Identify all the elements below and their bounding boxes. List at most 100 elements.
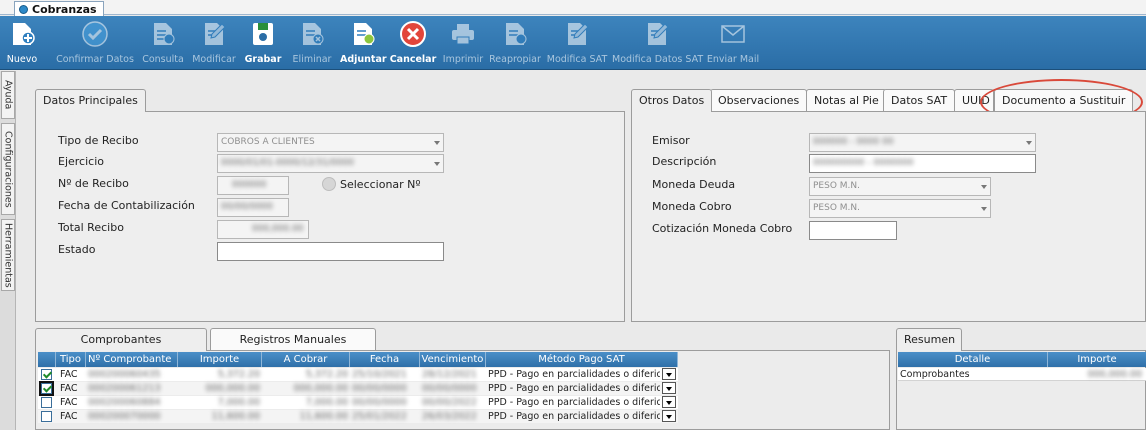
row-importe: 7,000.00 — [217, 397, 260, 408]
table-row[interactable]: FAC 000200061213 000,000.00 000,000.00 0… — [38, 381, 678, 396]
fecha-field[interactable]: 00/00/0000 — [217, 198, 289, 217]
tipo-recibo-select[interactable]: COBROS A CLIENTES — [217, 133, 444, 152]
col-fecha[interactable]: Fecha — [350, 352, 420, 367]
confirm-data-button[interactable]: Confirmar Datos — [52, 16, 138, 70]
moneda-deuda-select[interactable]: PESO M.N. — [809, 177, 991, 196]
doc-reassign-icon — [506, 23, 527, 45]
row-numero: 000200070000 — [88, 411, 161, 422]
row-checkbox[interactable] — [41, 369, 52, 380]
side-tab-tools[interactable]: Herramientas — [1, 219, 15, 291]
metodo-dropdown-button[interactable] — [662, 368, 676, 380]
tab-comprobantes[interactable]: Comprobantes — [35, 328, 207, 351]
col-numero[interactable]: Nº Comprobante — [86, 352, 178, 367]
reassign-button[interactable]: Reapropiar — [488, 16, 542, 70]
tab-documento-a-sustituir[interactable]: Documento a Sustituir — [994, 89, 1134, 111]
col-detalle[interactable]: Detalle — [898, 352, 1048, 367]
col-resumen-importe[interactable]: Importe — [1048, 352, 1146, 367]
delete-button[interactable]: Eliminar — [288, 16, 336, 70]
table-row[interactable]: FAC 000200070000 11,600.00 11,600.00 25/… — [38, 410, 678, 423]
tab-uuid[interactable]: UUID — [954, 89, 994, 111]
cancel-button[interactable]: Cancelar — [388, 16, 438, 70]
metodo-dropdown-button[interactable] — [662, 382, 676, 394]
modify-sat-button[interactable]: Modifica SAT — [544, 16, 610, 70]
delete-button-label: Eliminar — [292, 54, 332, 65]
table-row[interactable]: FAC 000200060435 5,372.20 5,372.20 25/10… — [38, 368, 678, 381]
tab-datos-sat[interactable]: Datos SAT — [883, 89, 956, 111]
cancel-button-label: Cancelar — [389, 54, 437, 65]
row-tipo: FAC — [60, 411, 78, 422]
modify-button[interactable]: Modificar — [188, 16, 240, 70]
side-tab-settings-label: Configuraciones — [2, 130, 14, 208]
modify-sat-data-button[interactable]: Modifica Datos SAT — [612, 16, 703, 70]
moneda-cobro-select[interactable]: PESO M.N. — [809, 199, 991, 218]
tab-resumen[interactable]: Resumen — [896, 328, 962, 351]
num-recibo-field[interactable]: 000000 — [217, 176, 289, 195]
print-button[interactable]: Imprimir — [440, 16, 486, 70]
col-tipo[interactable]: Tipo — [56, 352, 86, 367]
col-a-cobrar[interactable]: A Cobrar — [262, 352, 350, 367]
toolbar: Nuevo Confirmar Datos Consulta Modificar… — [0, 16, 1146, 70]
metodo-dropdown-button[interactable] — [662, 396, 676, 408]
select-number-icon[interactable] — [322, 177, 336, 191]
select-number-link[interactable]: Seleccionar Nº — [340, 178, 421, 191]
tab-registros-manuales[interactable]: Registros Manuales — [210, 328, 376, 350]
tab-datos-principales[interactable]: Datos Principales — [35, 89, 146, 112]
col-select — [38, 352, 56, 367]
ejercicio-select[interactable]: 0000/01/01-0000/12/31/0000 — [217, 154, 444, 173]
ejercicio-label: Ejercicio — [58, 155, 104, 168]
total-field[interactable]: 000,000.00 — [217, 220, 309, 239]
resumen-row: Comprobantes 000,000.00 — [898, 368, 1146, 381]
tab-registros-manuales-label: Registros Manuales — [239, 333, 347, 346]
estado-field[interactable] — [217, 242, 444, 261]
row-vencimiento: 00/00/0000 — [422, 383, 477, 394]
otros-datos-panel: Emisor 000000 - 0000 00 Descripción 0000… — [631, 111, 1146, 322]
save-button[interactable]: Grabar — [244, 16, 282, 70]
ejercicio-value: 0000/01/01-0000/12/31/0000 — [221, 158, 354, 168]
tab-otros-datos[interactable]: Otros Datos — [631, 89, 713, 112]
side-tab-settings[interactable]: Configuraciones — [1, 123, 15, 215]
col-vencimiento[interactable]: Vencimiento — [420, 352, 486, 367]
row-metodo: PPD - Pago en parcialidades o diferido — [488, 411, 660, 422]
attach-button[interactable]: Adjuntar — [340, 16, 387, 70]
modify-button-label: Modificar — [192, 54, 236, 65]
cotizacion-label: Cotización Moneda Cobro — [652, 222, 793, 235]
send-mail-button[interactable]: Enviar Mail — [704, 16, 762, 70]
row-tipo: FAC — [60, 397, 78, 408]
side-tab-help[interactable]: Ayuda — [1, 71, 15, 119]
row-fecha: 25/10/2021 — [352, 369, 407, 380]
row-numero: 000200060435 — [88, 369, 161, 380]
new-button[interactable]: Nuevo — [0, 16, 44, 70]
descripcion-field[interactable]: 000000000 - 0000000 — [809, 154, 1036, 173]
side-tab-rail: Ayuda Configuraciones Herramientas — [0, 71, 16, 430]
resumen-row-importe: 000,000.00 — [1087, 369, 1142, 380]
check-circle-icon — [82, 21, 108, 47]
row-metodo: PPD - Pago en parcialidades o diferido — [488, 397, 660, 408]
estado-label: Estado — [58, 243, 96, 256]
save-button-label: Grabar — [244, 54, 282, 65]
resumen-panel: Detalle Importe Comprobantes 000,000.00 — [896, 350, 1146, 430]
tab-observaciones[interactable]: Observaciones — [710, 89, 808, 111]
table-row[interactable]: FAC 000200060884 7,000.00 7,000.00 00/00… — [38, 396, 678, 409]
chevron-down-icon — [434, 141, 440, 145]
doc-query-icon — [154, 23, 175, 45]
row-importe: 5,372.20 — [217, 369, 260, 380]
row-checkbox[interactable] — [41, 397, 52, 408]
emisor-value: 000000 - 0000 00 — [813, 137, 894, 147]
modify-sat-button-label: Modifica SAT — [546, 54, 608, 65]
row-numero: 000200061213 — [88, 383, 161, 394]
row-checkbox[interactable] — [41, 411, 52, 422]
cotizacion-field[interactable] — [809, 221, 897, 240]
doc-edit-icon — [205, 23, 226, 45]
query-button[interactable]: Consulta — [140, 16, 186, 70]
row-fecha: 25/01/2022 — [352, 411, 407, 422]
col-importe[interactable]: Importe — [178, 352, 262, 367]
tab-notas-al-pie[interactable]: Notas al Pie — [806, 89, 887, 111]
window-tab-label: Cobranzas — [32, 2, 97, 16]
window-tab-cobranzas[interactable]: Cobranzas — [14, 1, 104, 16]
metodo-dropdown-button[interactable] — [662, 410, 676, 422]
cancel-icon — [400, 21, 426, 47]
col-metodo-pago[interactable]: Método Pago SAT — [486, 352, 678, 367]
chevron-down-icon — [434, 162, 440, 166]
row-checkbox[interactable] — [39, 381, 54, 396]
emisor-select[interactable]: 000000 - 0000 00 — [809, 133, 1036, 152]
